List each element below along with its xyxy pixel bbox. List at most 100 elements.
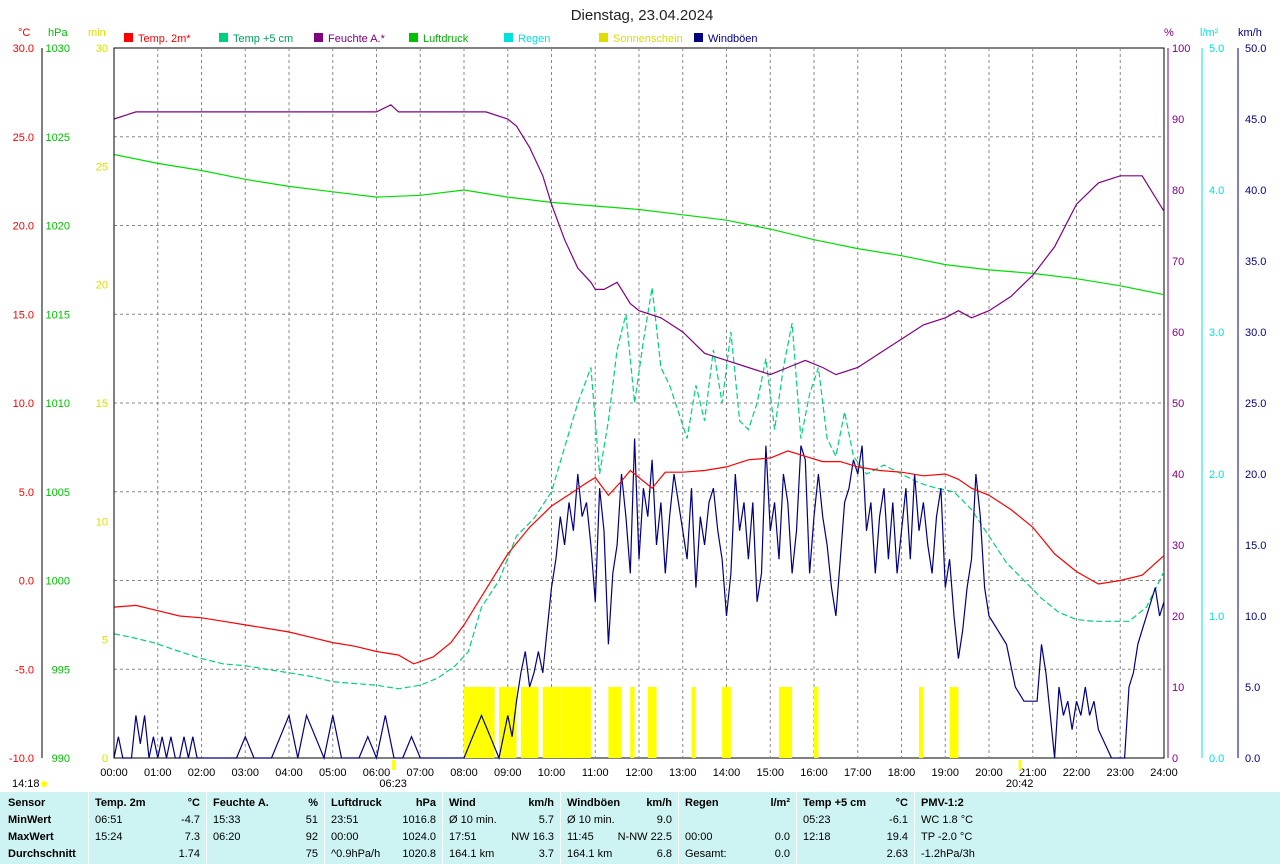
axis-tick-x: 12:00 xyxy=(625,767,653,779)
axis-tick-right: 10.0 xyxy=(1245,611,1266,623)
table-row: Durchschnitt 1.74 75 ^0.9hPa/h 1020.8 164.1 k… xyxy=(0,847,1280,863)
axis-tick-left: 20 xyxy=(96,280,108,292)
row-label: MinWert xyxy=(8,814,52,826)
cell-value: 3.7 xyxy=(538,848,554,860)
cell-value: -6.1 xyxy=(889,814,908,826)
cell-value: 1024.0 xyxy=(402,831,436,843)
legend-swatch xyxy=(694,33,703,42)
axis-tick-left: 15 xyxy=(96,398,108,410)
axis-tick-right: 80 xyxy=(1172,185,1184,197)
axis-tick-x: 13:00 xyxy=(669,767,697,779)
axis-tick-left: 10.0 xyxy=(13,398,34,410)
sunshine-bar xyxy=(464,687,478,758)
axis-unit-left: hPa xyxy=(48,27,68,39)
axis-tick-x: 09:00 xyxy=(494,767,522,779)
axis-tick-x: 16:00 xyxy=(800,767,828,779)
axis-tick-right: 2.0 xyxy=(1209,469,1224,481)
cell-value: 92 xyxy=(305,831,318,843)
legend-label: Luftdruck xyxy=(423,33,469,45)
axis-tick-right: 5.0 xyxy=(1245,682,1260,694)
legend-swatch xyxy=(219,33,228,42)
sunshine-bar xyxy=(722,687,731,758)
axis-tick-right: 5.0 xyxy=(1209,43,1224,55)
row-label: Durchschnitt xyxy=(8,848,76,860)
axis-tick-right: 40.0 xyxy=(1245,185,1266,197)
cell-value: 19.4 xyxy=(886,831,908,843)
cell-value: 5.7 xyxy=(538,814,554,826)
cell-label: TP -2.0 °C xyxy=(921,831,973,843)
axis-tick-left: 0.0 xyxy=(19,576,34,588)
axis-tick-x: 24:00 xyxy=(1150,767,1178,779)
cell-value: °C xyxy=(187,797,200,809)
axis-tick-right: 50.0 xyxy=(1245,43,1266,55)
axis-tick-left: 15.0 xyxy=(13,309,34,321)
sunshine-bar xyxy=(477,687,495,758)
cell-value: 0.0 xyxy=(774,848,790,860)
axis-tick-right: 10 xyxy=(1172,682,1184,694)
legend-swatch xyxy=(504,33,513,42)
axis-tick-x: 17:00 xyxy=(844,767,872,779)
legend-label: Feuchte A.* xyxy=(328,33,386,45)
axis-tick-left: 995 xyxy=(52,664,70,676)
corner-time-label: 14:18 xyxy=(12,778,40,790)
axis-tick-x: 11:00 xyxy=(582,767,609,779)
axis-tick-right: 25.0 xyxy=(1245,398,1266,410)
axis-tick-left: 10 xyxy=(96,516,108,528)
axis-tick-right: 4.0 xyxy=(1209,185,1224,197)
axis-tick-right: 30 xyxy=(1172,540,1184,552)
legend-swatch xyxy=(124,33,133,42)
axis-tick-right: 60 xyxy=(1172,327,1184,339)
axis-tick-x: 18:00 xyxy=(888,767,916,779)
axis-tick-right: 1.0 xyxy=(1209,611,1224,623)
axis-unit-right: l/m² xyxy=(1200,27,1219,39)
legend: Temp. 2m* Temp +5 cm Feuchte A.* Luftdruck R… xyxy=(124,33,758,45)
cell-value: -4.7 xyxy=(181,814,200,826)
axis-tick-left: 1030 xyxy=(46,43,70,55)
axis-tick-right: 0.0 xyxy=(1245,753,1260,765)
axis-tick-x: 01:00 xyxy=(144,767,172,779)
axis-tick-x: 15:00 xyxy=(756,767,784,779)
legend-label: Regen xyxy=(518,33,550,45)
cell-value: 1020.8 xyxy=(402,848,436,860)
axis-tick-x: 14:00 xyxy=(713,767,741,779)
axis-unit-left: min xyxy=(88,27,106,39)
axis-unit-right: km/h xyxy=(1238,27,1262,39)
axis-tick-left: -5.0 xyxy=(15,664,34,676)
table-row: MinWert 06:51 -4.7 15:33 51 23:51 1016.8 Ø 10 m… xyxy=(0,813,1280,829)
axis-tick-left: -10.0 xyxy=(9,753,34,765)
axis-tick-left: 1005 xyxy=(46,487,70,499)
axis-tick-x: 05:00 xyxy=(319,767,347,779)
cell-value: hPa xyxy=(415,797,436,809)
row-label: Sensor xyxy=(8,797,46,809)
cell-value: % xyxy=(308,797,318,809)
x-marker-label: 06:23 xyxy=(379,778,407,790)
axis-tick-left: 1015 xyxy=(46,309,70,321)
axis-tick-right: 0 xyxy=(1172,753,1178,765)
axis-tick-left: 5 xyxy=(102,635,108,647)
legend-label: Temp. 2m* xyxy=(138,33,191,45)
statistics-table: Sensor Temp. 2m °C Feuchte A.% Luftdruck hPa W… xyxy=(0,792,1280,864)
cell-value: 9.0 xyxy=(656,814,672,826)
legend-swatch xyxy=(314,33,323,42)
corner-sun-icon xyxy=(41,781,47,787)
axis-tick-left: 1025 xyxy=(46,132,70,144)
axis-tick-left: 0 xyxy=(102,753,108,765)
sunshine-bar xyxy=(542,687,561,758)
axis-tick-x: 03:00 xyxy=(231,767,259,779)
axis-tick-left: 1020 xyxy=(46,221,70,233)
cell-value: km/h xyxy=(528,797,554,809)
cell-value: 7.3 xyxy=(184,831,200,843)
table-row: Sensor Temp. 2m °C Feuchte A.% Luftdruck hPa W… xyxy=(0,796,1280,812)
cell-value: NW 16.3 xyxy=(511,831,554,843)
axis-tick-right: 45.0 xyxy=(1245,114,1266,126)
axis-tick-right: 90 xyxy=(1172,114,1184,126)
legend-label: Temp +5 cm xyxy=(233,33,293,45)
legend-swatch xyxy=(599,33,608,42)
axis-tick-right: 40 xyxy=(1172,469,1184,481)
sunshine-bar xyxy=(520,687,539,758)
legend-label: Sonnenschein xyxy=(613,33,683,45)
axis-tick-left: 25 xyxy=(96,161,108,173)
axis-tick-right: 50 xyxy=(1172,398,1184,410)
cell-value: km/h xyxy=(646,797,672,809)
cell-label: WC 1.8 °C xyxy=(921,814,974,826)
